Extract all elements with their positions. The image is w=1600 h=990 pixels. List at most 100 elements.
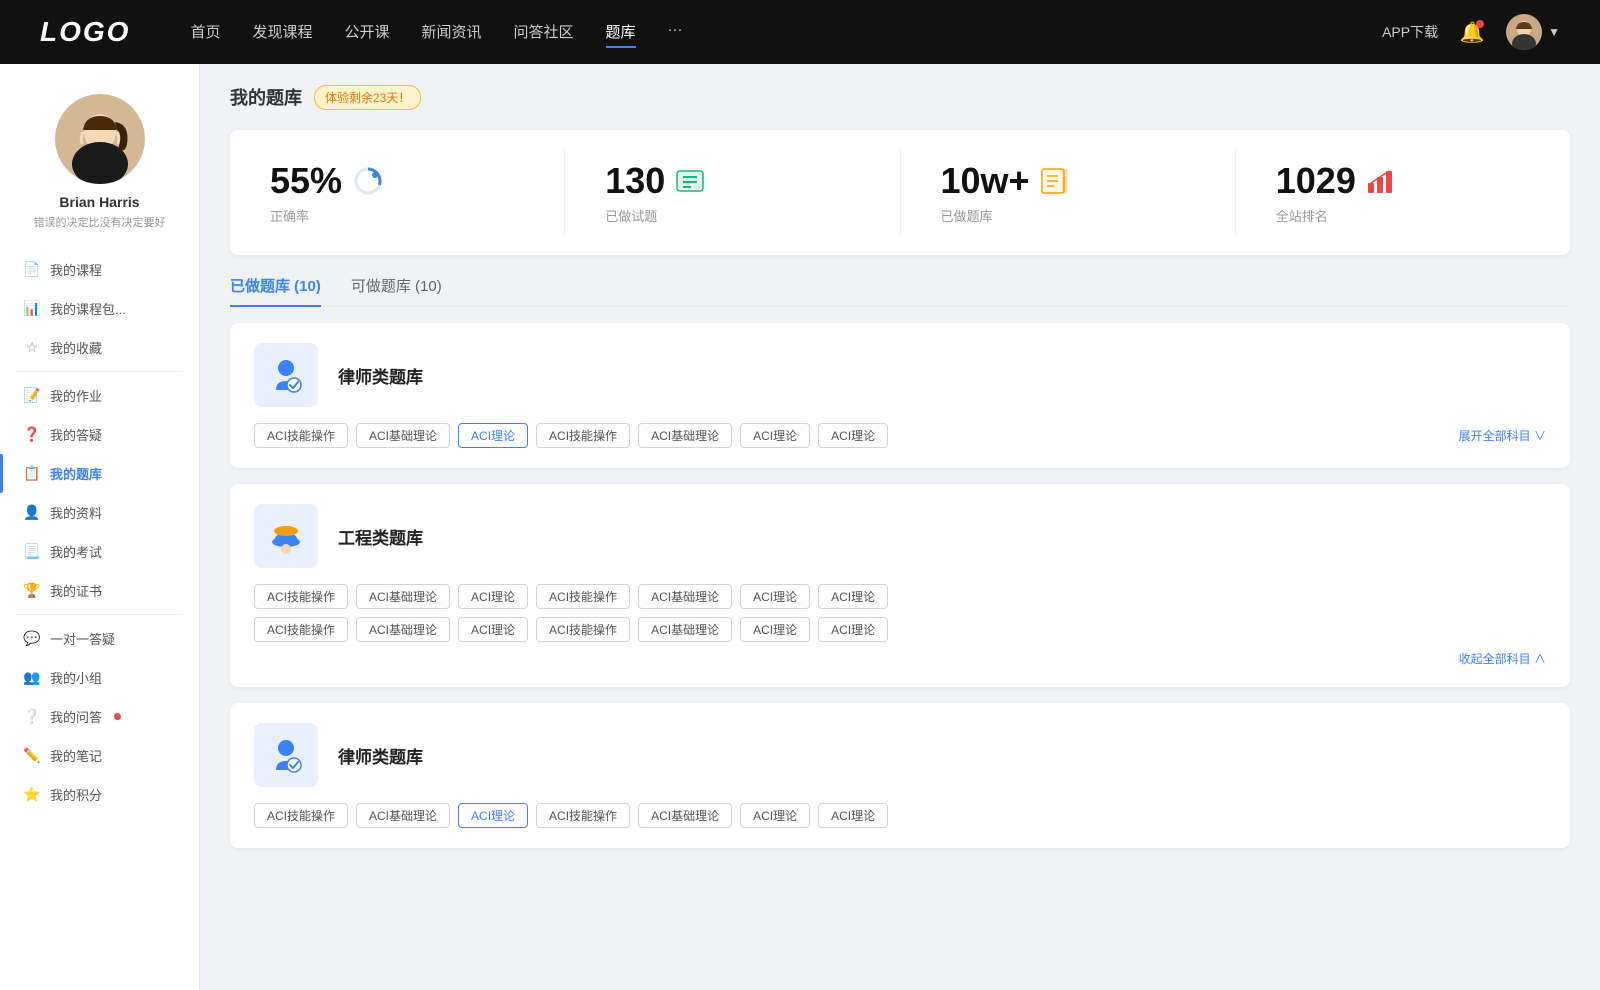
sidebar-item-qa[interactable]: ❓ 我的答疑 xyxy=(0,415,199,454)
tags-row: ACI技能操作 ACI基础理论 ACI理论 ACI技能操作 ACI基础理论 AC… xyxy=(254,423,1546,448)
sidebar-item-label: 我的考试 xyxy=(50,542,102,561)
tag[interactable]: ACI基础理论 xyxy=(638,617,732,642)
tag[interactable]: ACI技能操作 xyxy=(536,584,630,609)
sidebar-item-label: 我的积分 xyxy=(50,785,102,804)
tags-row-1: ACI技能操作 ACI基础理论 ACI理论 ACI技能操作 ACI基础理论 AC… xyxy=(254,584,1546,609)
stat-number: 10w+ xyxy=(941,160,1030,202)
stat-label: 全站排名 xyxy=(1276,206,1328,225)
sidebar-item-points[interactable]: ⭐ 我的积分 xyxy=(0,775,199,814)
sidebar-item-label: 我的小组 xyxy=(50,668,102,687)
sidebar-item-label: 我的问答 xyxy=(50,707,102,726)
nav-news[interactable]: 新闻资讯 xyxy=(422,17,482,48)
sidebar-item-packages[interactable]: 📊 我的课程包... xyxy=(0,289,199,328)
stat-rank: 1029 全站排名 xyxy=(1236,150,1570,235)
sidebar-item-one-on-one[interactable]: 💬 一对一答疑 xyxy=(0,619,199,658)
tag[interactable]: ACI基础理论 xyxy=(356,584,450,609)
tab-done[interactable]: 已做题库 (10) xyxy=(230,275,321,306)
tags-row-2: ACI技能操作 ACI基础理论 ACI理论 ACI技能操作 ACI基础理论 AC… xyxy=(254,617,1546,642)
bank-icon-lawyer xyxy=(254,343,318,407)
tag[interactable]: ACI技能操作 xyxy=(254,584,348,609)
sidebar-item-label: 我的笔记 xyxy=(50,746,102,765)
sidebar-item-notes[interactable]: ✏️ 我的笔记 xyxy=(0,736,199,775)
tag[interactable]: ACI理论 xyxy=(740,423,810,448)
bank-name: 律师类题库 xyxy=(338,743,423,768)
sidebar-item-courses[interactable]: 📄 我的课程 xyxy=(0,250,199,289)
stat-top: 1029 xyxy=(1276,160,1396,202)
bar-chart xyxy=(1366,167,1396,195)
nav-open[interactable]: 公开课 xyxy=(344,17,389,48)
bank-icon: 📋 xyxy=(24,466,40,482)
sidebar-item-homework[interactable]: 📝 我的作业 xyxy=(0,376,199,415)
tag[interactable]: ACI理论 xyxy=(458,617,528,642)
sidebar-divider-2 xyxy=(16,614,183,615)
tag-active[interactable]: ACI理论 xyxy=(458,803,528,828)
collapse-button[interactable]: 收起全部科目 ∧ xyxy=(254,650,1546,667)
tag[interactable]: ACI基础理论 xyxy=(638,423,732,448)
tag[interactable]: ACI理论 xyxy=(740,617,810,642)
tag[interactable]: ACI技能操作 xyxy=(536,617,630,642)
tabs-row: 已做题库 (10) 可做题库 (10) xyxy=(230,275,1570,307)
tag[interactable]: ACI基础理论 xyxy=(638,803,732,828)
notes-icon: ✏️ xyxy=(24,748,40,764)
nav-more[interactable]: ··· xyxy=(668,17,683,48)
tag[interactable]: ACI理论 xyxy=(740,584,810,609)
sidebar-item-favorites[interactable]: ☆ 我的收藏 xyxy=(0,328,199,367)
tag[interactable]: ACI理论 xyxy=(818,584,888,609)
expand-button[interactable]: 展开全部科目 ∨ xyxy=(1459,427,1546,444)
sidebar-item-label: 我的课程 xyxy=(50,260,102,279)
app-download[interactable]: APP下载 xyxy=(1382,22,1438,42)
red-dot xyxy=(114,713,121,720)
group-icon: 👥 xyxy=(24,670,40,686)
avatar xyxy=(1506,14,1542,50)
stat-done-banks: 10w+ 已做题库 xyxy=(901,150,1236,235)
tag[interactable]: ACI理论 xyxy=(458,584,528,609)
stat-top: 55% xyxy=(270,160,384,202)
tag[interactable]: ACI技能操作 xyxy=(254,617,348,642)
tag[interactable]: ACI理论 xyxy=(818,617,888,642)
tag[interactable]: ACI基础理论 xyxy=(356,617,450,642)
stat-top: 10w+ xyxy=(941,160,1070,202)
nav-qa[interactable]: 问答社区 xyxy=(514,17,574,48)
tag[interactable]: ACI基础理论 xyxy=(638,584,732,609)
sidebar-item-exam[interactable]: 📃 我的考试 xyxy=(0,532,199,571)
tag[interactable]: ACI技能操作 xyxy=(536,423,630,448)
user-menu[interactable]: ▼ xyxy=(1506,14,1560,50)
bank-card-header: 工程类题库 xyxy=(254,504,1546,568)
stat-number: 1029 xyxy=(1276,160,1356,202)
nav-home[interactable]: 首页 xyxy=(190,17,220,48)
tag[interactable]: ACI技能操作 xyxy=(254,423,348,448)
bank-name: 律师类题库 xyxy=(338,363,423,388)
cert-icon: 🏆 xyxy=(24,583,40,599)
tag[interactable]: ACI技能操作 xyxy=(254,803,348,828)
nav-bank[interactable]: 题库 xyxy=(606,17,636,48)
stat-number: 55% xyxy=(270,160,342,202)
courses-icon: 📄 xyxy=(24,262,40,278)
stat-done-questions: 130 已做试题 xyxy=(565,150,900,235)
tag[interactable]: ACI理论 xyxy=(818,803,888,828)
stat-number: 130 xyxy=(605,160,665,202)
sidebar-item-profile[interactable]: 👤 我的资料 xyxy=(0,493,199,532)
sidebar-item-label: 我的资料 xyxy=(50,503,102,522)
sidebar-item-group[interactable]: 👥 我的小组 xyxy=(0,658,199,697)
page-header: 我的题库 体验剩余23天！ xyxy=(230,84,1570,110)
sidebar-item-label: 我的收藏 xyxy=(50,338,102,357)
bank-icon-engineer xyxy=(254,504,318,568)
points-icon: ⭐ xyxy=(24,787,40,803)
tag[interactable]: ACI理论 xyxy=(740,803,810,828)
note-chart xyxy=(1040,167,1070,195)
notification-bell[interactable]: 🔔 xyxy=(1458,18,1486,46)
tag[interactable]: ACI基础理论 xyxy=(356,423,450,448)
sidebar-menu: 📄 我的课程 📊 我的课程包... ☆ 我的收藏 📝 我的作业 ❓ 我的答疑 � xyxy=(0,250,199,814)
tag[interactable]: ACI理论 xyxy=(818,423,888,448)
sidebar-item-bank[interactable]: 📋 我的题库 xyxy=(0,454,199,493)
sidebar-item-cert[interactable]: 🏆 我的证书 xyxy=(0,571,199,610)
main-content: 我的题库 体验剩余23天！ 55% 正确率 130 xyxy=(200,64,1600,990)
tag[interactable]: ACI基础理论 xyxy=(356,803,450,828)
logo[interactable]: LOGO xyxy=(40,16,130,48)
bank-card-lawyer-2: 律师类题库 ACI技能操作 ACI基础理论 ACI理论 ACI技能操作 ACI基… xyxy=(230,703,1570,848)
sidebar-item-question[interactable]: ❔ 我的问答 xyxy=(0,697,199,736)
tag-active[interactable]: ACI理论 xyxy=(458,423,528,448)
tab-todo[interactable]: 可做题库 (10) xyxy=(351,275,442,306)
nav-discover[interactable]: 发现课程 xyxy=(252,17,312,48)
tag[interactable]: ACI技能操作 xyxy=(536,803,630,828)
